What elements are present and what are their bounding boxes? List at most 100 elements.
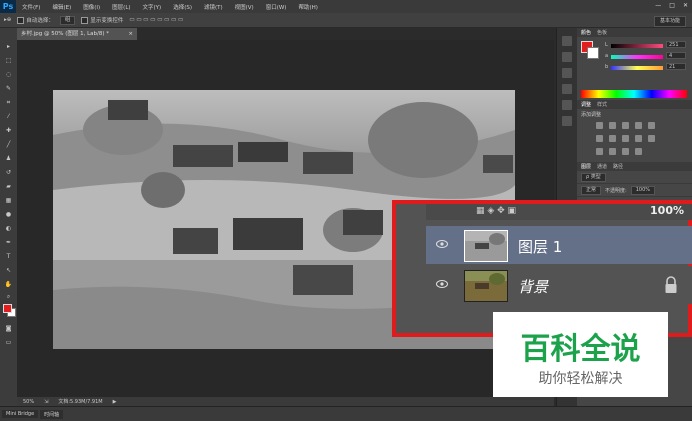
slider-a[interactable]: a 4 xyxy=(577,52,692,63)
slider-a-value[interactable]: 4 xyxy=(666,52,686,59)
menu-view[interactable]: 视图(V) xyxy=(229,3,260,11)
lock-toggle-icons[interactable]: ▦ ◈ ✥ ▣ xyxy=(476,206,516,216)
character-panel-icon[interactable] xyxy=(562,84,572,94)
menu-image[interactable]: 图像(I) xyxy=(77,3,106,11)
show-transform-checkbox[interactable] xyxy=(81,17,89,24)
crop-tool-icon[interactable]: ⌗ xyxy=(4,98,13,107)
opacity-field[interactable]: 100% xyxy=(630,185,655,195)
close-document-icon[interactable]: × xyxy=(128,28,133,40)
exposure-icon[interactable] xyxy=(635,122,642,129)
slider-b-track[interactable] xyxy=(611,66,663,70)
quick-mask-icon[interactable]: ◙ xyxy=(4,324,13,333)
path-select-icon[interactable]: ↖ xyxy=(4,266,13,275)
tab-paths[interactable]: 路径 xyxy=(613,163,623,170)
layer-row-layer1[interactable]: 图层 1 xyxy=(426,226,692,264)
blend-mode-dropdown[interactable]: 正常 xyxy=(581,185,602,195)
history-panel-icon[interactable] xyxy=(562,36,572,46)
workspace-dropdown[interactable]: 基本功能 xyxy=(653,16,686,27)
screen-mode-icon[interactable]: ▭ xyxy=(4,338,13,347)
foreground-color-swatch[interactable] xyxy=(3,304,12,313)
auto-select-checkbox[interactable] xyxy=(17,17,25,24)
layer-row-background[interactable]: 背景 xyxy=(426,266,692,304)
eyedropper-tool-icon[interactable]: ⁄ xyxy=(4,112,13,121)
move-tool-icon[interactable]: ▸⊕ xyxy=(4,17,11,23)
photoshop-logo: Ps xyxy=(0,0,16,13)
brush-tool-icon[interactable]: ╱ xyxy=(4,140,13,149)
posterize-icon[interactable] xyxy=(609,148,616,155)
threshold-icon[interactable] xyxy=(622,148,629,155)
vibrance-icon[interactable] xyxy=(648,122,655,129)
layer1-thumbnail[interactable] xyxy=(464,230,508,262)
background-thumbnail[interactable] xyxy=(464,270,508,302)
gradient-tool-icon[interactable]: ▦ xyxy=(4,196,13,205)
move-tool-icon[interactable]: ▸ xyxy=(4,42,13,51)
slider-l[interactable]: L 251 xyxy=(577,41,692,52)
tab-swatches[interactable]: 色板 xyxy=(597,29,607,36)
align-icons[interactable]: ▭ ▭ ▭ ▭ ▭ ▭ ▭ ▭ xyxy=(129,17,183,23)
kind-filter-dropdown[interactable]: ρ 类型 xyxy=(581,172,606,182)
eye-icon[interactable] xyxy=(436,280,448,288)
menu-edit[interactable]: 编辑(E) xyxy=(46,3,77,11)
pen-tool-icon[interactable]: ✒ xyxy=(4,238,13,247)
curves-icon[interactable] xyxy=(622,122,629,129)
tab-channels[interactable]: 通道 xyxy=(597,163,607,170)
slider-b-value[interactable]: 21 xyxy=(666,63,686,70)
document-tab[interactable]: 乡村.jpg @ 50% (图层 1, Lab/8) * × xyxy=(17,28,137,40)
status-menu-arrow[interactable]: ▶ xyxy=(113,399,117,405)
clone-stamp-icon[interactable]: ♟ xyxy=(4,154,13,163)
hue-saturation-icon[interactable] xyxy=(596,135,603,142)
dodge-tool-icon[interactable]: ◐ xyxy=(4,224,13,233)
quick-select-tool-icon[interactable]: ✎ xyxy=(4,84,13,93)
zoom-level[interactable]: 50% xyxy=(23,399,34,405)
healing-brush-icon[interactable]: ✚ xyxy=(4,126,13,135)
auto-select-dropdown[interactable]: 组 xyxy=(59,15,76,25)
menu-help[interactable]: 帮助(H) xyxy=(292,3,323,11)
type-tool-icon[interactable]: T xyxy=(4,252,13,261)
color-spectrum-bar[interactable] xyxy=(581,90,687,98)
brush-panel-icon[interactable] xyxy=(562,116,572,126)
photo-filter-icon[interactable] xyxy=(635,135,642,142)
levels-icon[interactable] xyxy=(609,122,616,129)
black-white-icon[interactable] xyxy=(622,135,629,142)
properties-panel-icon[interactable] xyxy=(562,52,572,62)
hand-tool-icon[interactable]: ✋ xyxy=(4,280,13,289)
close-window-button[interactable]: ✕ xyxy=(683,2,688,9)
marquee-tool-icon[interactable]: ⬚ xyxy=(4,56,13,65)
lasso-tool-icon[interactable]: ◌ xyxy=(4,70,13,79)
tab-timeline[interactable]: 时间轴 xyxy=(40,409,64,419)
layer-name[interactable]: 背景 xyxy=(518,276,548,297)
tab-styles[interactable]: 样式 xyxy=(597,101,607,108)
show-transform-option[interactable]: 显示变换控件 xyxy=(81,16,123,24)
history-brush-icon[interactable]: ↺ xyxy=(4,168,13,177)
slider-a-track[interactable] xyxy=(611,55,663,59)
slider-l-value[interactable]: 251 xyxy=(666,41,686,48)
menu-file[interactable]: 文件(F) xyxy=(16,3,46,11)
tab-color[interactable]: 颜色 xyxy=(581,29,591,36)
minimize-button[interactable]: — xyxy=(655,2,661,9)
tab-layers[interactable]: 图层 xyxy=(581,163,591,170)
maximize-button[interactable]: □ xyxy=(669,2,675,9)
channel-mixer-icon[interactable] xyxy=(648,135,655,142)
gradient-map-icon[interactable] xyxy=(635,148,642,155)
blur-tool-icon[interactable]: ● xyxy=(4,210,13,219)
zoom-tool-icon[interactable]: ⌕ xyxy=(4,292,13,301)
auto-select-option[interactable]: 自动选择： xyxy=(17,16,54,24)
menu-layer[interactable]: 图层(L) xyxy=(106,3,136,11)
export-icon[interactable]: ⇲ xyxy=(44,399,48,405)
menu-type[interactable]: 文字(Y) xyxy=(137,3,168,11)
menu-window[interactable]: 窗口(W) xyxy=(260,3,293,11)
color-balance-icon[interactable] xyxy=(609,135,616,142)
layer-name[interactable]: 图层 1 xyxy=(518,236,562,257)
paragraph-panel-icon[interactable] xyxy=(562,100,572,110)
tab-adjustments[interactable]: 调整 xyxy=(581,101,591,108)
slider-b[interactable]: b 21 xyxy=(577,63,692,74)
menu-filter[interactable]: 滤镜(T) xyxy=(198,3,229,11)
eraser-tool-icon[interactable]: ▰ xyxy=(4,182,13,191)
invert-icon[interactable] xyxy=(596,148,603,155)
info-panel-icon[interactable] xyxy=(562,68,572,78)
menu-select[interactable]: 选择(S) xyxy=(167,3,198,11)
eye-icon[interactable] xyxy=(436,240,448,248)
slider-l-track[interactable] xyxy=(611,44,663,48)
brightness-icon[interactable] xyxy=(596,122,603,129)
tab-mini-bridge[interactable]: Mini Bridge xyxy=(2,410,39,418)
